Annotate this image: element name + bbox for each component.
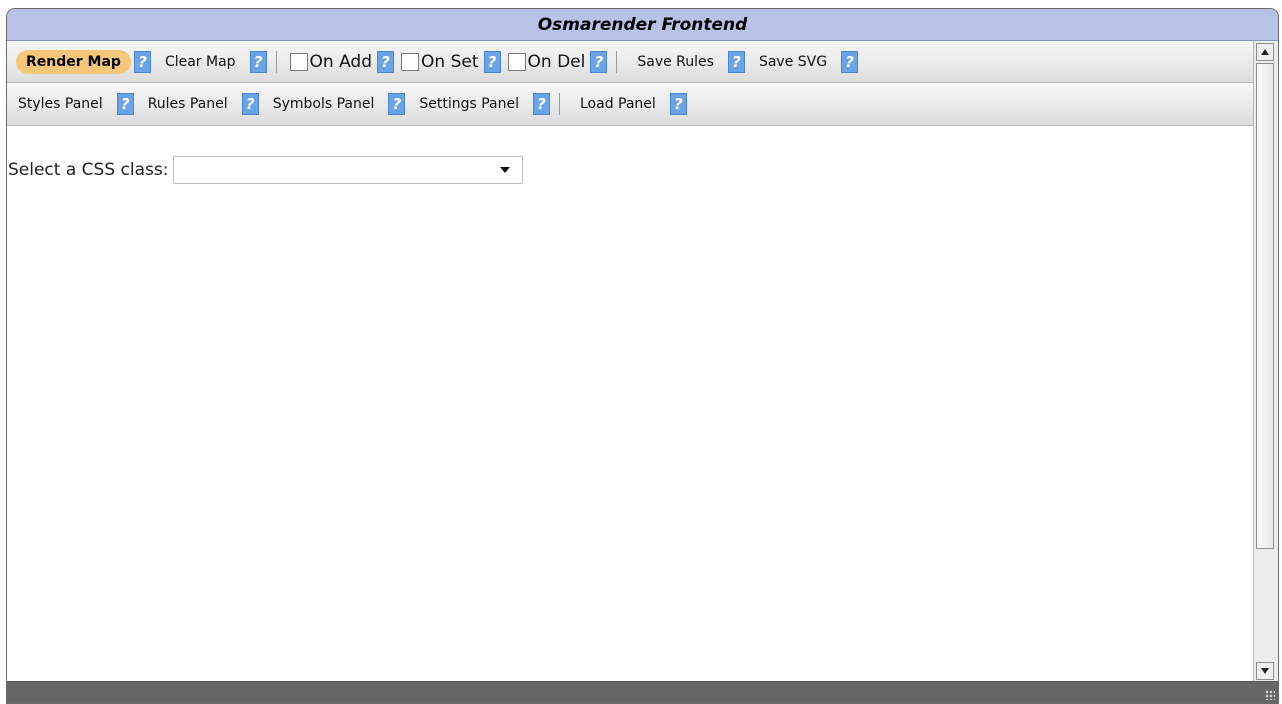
css-class-select[interactable] bbox=[173, 156, 524, 184]
scroll-down-button[interactable] bbox=[1256, 662, 1274, 680]
on-add-label: On Add bbox=[309, 51, 373, 72]
help-icon[interactable]: ? bbox=[133, 50, 151, 73]
help-icon[interactable]: ? bbox=[483, 50, 501, 73]
help-icon[interactable]: ? bbox=[388, 93, 406, 115]
main-toolbar: Render Map ? Clear Map ? On Add ? On Set… bbox=[7, 41, 1254, 83]
toolbar-divider bbox=[275, 50, 277, 73]
help-icon[interactable]: ? bbox=[533, 93, 550, 115]
on-add-checkbox[interactable] bbox=[289, 52, 308, 71]
symbols-panel-button[interactable]: Symbols Panel bbox=[262, 92, 386, 116]
title-bar: Osmarender Frontend bbox=[7, 9, 1278, 41]
status-bar bbox=[7, 681, 1278, 703]
on-del-checkbox[interactable] bbox=[507, 52, 526, 71]
on-set-label: On Set bbox=[421, 51, 479, 72]
on-del-label: On Del bbox=[527, 51, 586, 72]
help-icon[interactable]: ? bbox=[377, 50, 395, 73]
render-map-button[interactable]: Render Map bbox=[16, 49, 131, 74]
help-icon[interactable]: ? bbox=[841, 50, 859, 73]
help-icon[interactable]: ? bbox=[241, 93, 259, 115]
help-icon[interactable]: ? bbox=[669, 93, 687, 115]
clear-map-button[interactable]: Clear Map bbox=[154, 50, 247, 74]
css-class-field: Select a CSS class: bbox=[8, 156, 524, 184]
toolbar-divider bbox=[559, 93, 560, 115]
css-class-label: Select a CSS class: bbox=[8, 160, 169, 180]
vertical-scrollbar[interactable] bbox=[1253, 41, 1278, 682]
scrollbar-thumb[interactable] bbox=[1256, 63, 1274, 549]
window-title: Osmarender Frontend bbox=[537, 14, 748, 35]
styles-panel-content: Select a CSS class: bbox=[7, 126, 1254, 682]
chevron-down-icon bbox=[500, 167, 511, 173]
help-icon[interactable]: ? bbox=[116, 93, 134, 115]
help-icon[interactable]: ? bbox=[590, 50, 608, 73]
panel-toolbar: Styles Panel ? Rules Panel ? Symbols Pan… bbox=[7, 83, 1254, 126]
help-icon[interactable]: ? bbox=[249, 50, 267, 73]
save-rules-button[interactable]: Save Rules bbox=[626, 50, 725, 74]
save-svg-button[interactable]: Save SVG bbox=[748, 50, 838, 74]
toolbar-divider bbox=[616, 50, 618, 73]
load-panel-button[interactable]: Load Panel bbox=[569, 92, 667, 116]
settings-panel-button[interactable]: Settings Panel bbox=[408, 92, 530, 116]
on-set-checkbox[interactable] bbox=[401, 52, 420, 71]
help-icon[interactable]: ? bbox=[727, 50, 745, 73]
app-window: Osmarender Frontend Render Map ? Clear M… bbox=[6, 8, 1279, 704]
styles-panel-button[interactable]: Styles Panel bbox=[7, 92, 114, 116]
rules-panel-button[interactable]: Rules Panel bbox=[137, 92, 239, 116]
scroll-up-button[interactable] bbox=[1256, 43, 1274, 61]
resize-grip-icon[interactable] bbox=[1265, 690, 1275, 700]
